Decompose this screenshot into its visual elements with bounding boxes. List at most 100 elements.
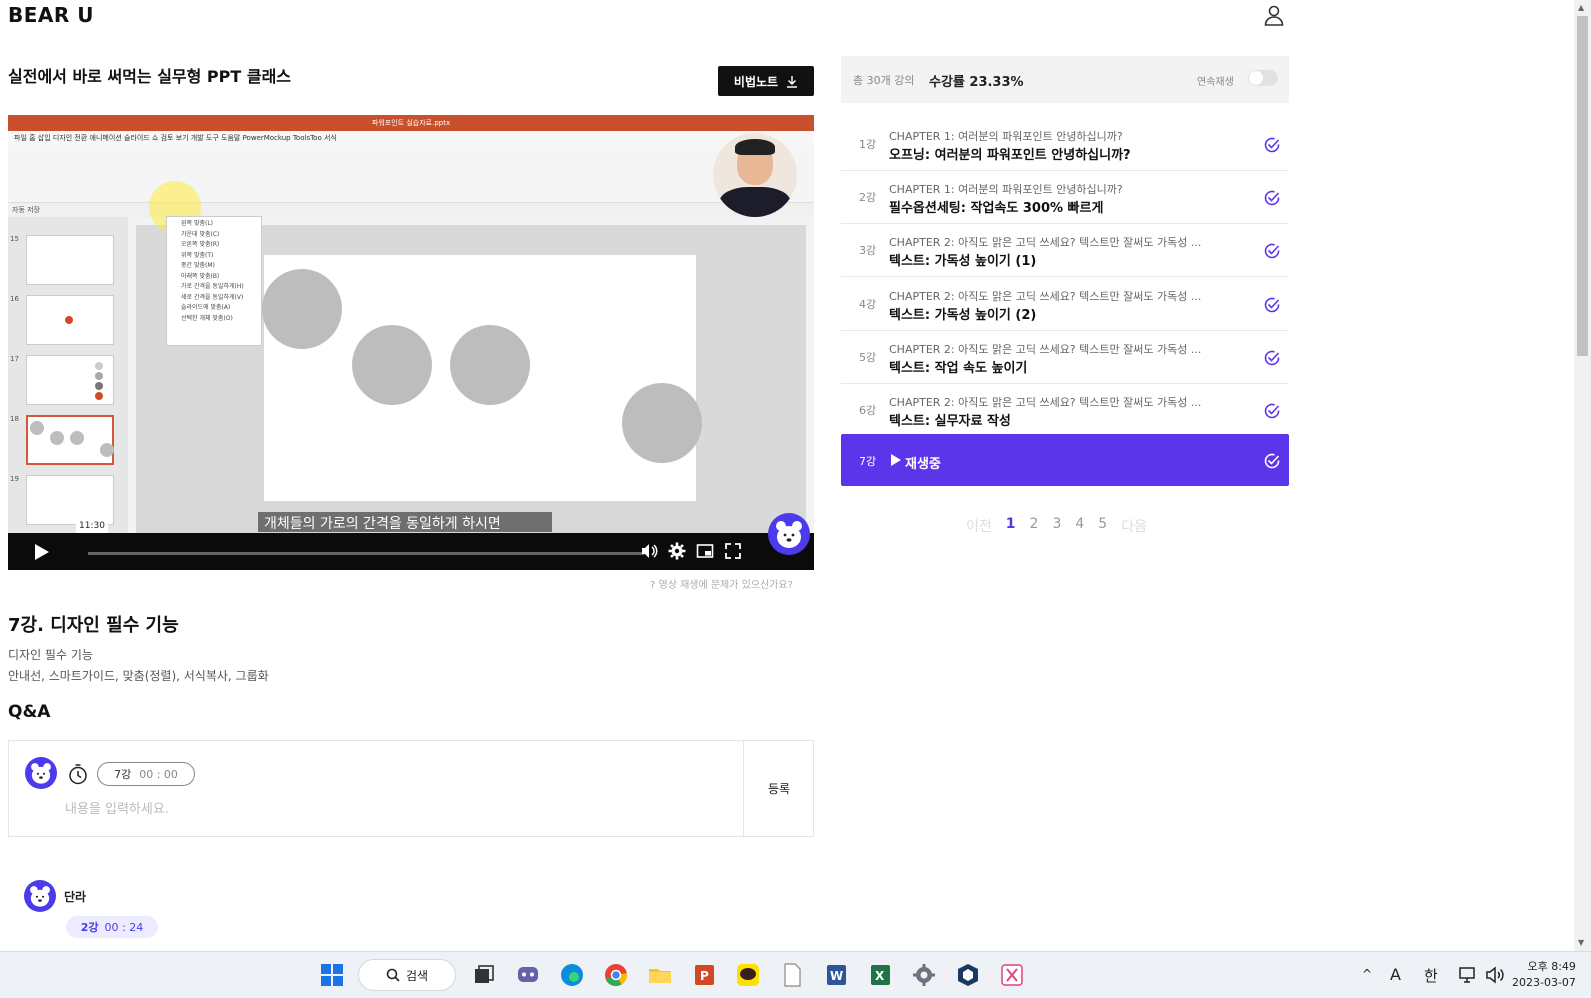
pager-page-1[interactable]: 1 xyxy=(1006,516,1016,536)
thumb-number: 19 xyxy=(10,475,19,483)
video-controls: 11:30 xyxy=(8,519,814,570)
slide-circle xyxy=(450,325,530,405)
edge-icon[interactable] xyxy=(558,961,586,989)
lecture-item[interactable]: 1강 CHAPTER 1: 여러분의 파워포인트 안녕하십니까? 오프닝: 여러… xyxy=(841,118,1289,171)
pager-next[interactable]: 다음 xyxy=(1121,516,1147,536)
secret-note-download-button[interactable]: 비법노트 xyxy=(718,66,814,96)
current-lecture-item[interactable]: 7강 재생중 xyxy=(841,434,1289,486)
menu-item: 위쪽 맞춤(T) xyxy=(181,251,214,259)
lecture-item[interactable]: 2강 CHAPTER 1: 여러분의 파워포인트 안녕하십니까? 필수옵션세팅:… xyxy=(841,171,1289,225)
lecture-chapter: CHAPTER 2: 아직도 맑은 고딕 쓰세요? 텍스트만 잘써도 가독성 .… xyxy=(889,236,1202,250)
pager-prev[interactable]: 이전 xyxy=(966,516,992,536)
now-playing-label: 재생중 xyxy=(905,457,941,472)
user-icon[interactable] xyxy=(1262,3,1286,27)
slide-thumbnail xyxy=(26,235,114,285)
video-progress-bar[interactable] xyxy=(88,552,644,555)
lecture-item[interactable]: 6강 CHAPTER 2: 아직도 맑은 고딕 쓰세요? 텍스트만 잘써도 가독… xyxy=(841,384,1289,437)
pager-page-2[interactable]: 2 xyxy=(1030,516,1039,536)
video-player[interactable]: 파워포인트 실습자료.pptx 파일 홈 삽입 디자인 전환 애니메이션 슬라이… xyxy=(8,115,814,570)
tray-clock[interactable]: 오후 8:49 2023-03-07 xyxy=(1512,959,1576,991)
slide-thumbnail xyxy=(26,475,114,525)
thumb-number: 16 xyxy=(10,295,19,303)
network-icon[interactable] xyxy=(1458,964,1480,986)
course-title: 실전에서 바로 써먹는 실무형 PPT 클래스 xyxy=(8,67,292,86)
lecture-name: 텍스트: 가독성 높이기 (2) xyxy=(889,307,1037,323)
check-circle-icon xyxy=(1264,190,1280,206)
word-icon[interactable]: W xyxy=(822,961,850,989)
picture-in-picture-icon[interactable] xyxy=(696,542,714,560)
taskbar-search[interactable]: 검색 xyxy=(358,959,456,991)
slide-circle xyxy=(262,269,342,349)
tray-time: 오후 8:49 xyxy=(1527,960,1576,973)
menu-item: 슬라이드에 맞춤(A) xyxy=(181,304,231,311)
pager-page-5[interactable]: 5 xyxy=(1098,516,1107,536)
pager-page-4[interactable]: 4 xyxy=(1075,516,1084,536)
autoplay-toggle[interactable] xyxy=(1248,70,1278,86)
ppt-menu-bar: 파일 홈 삽입 디자인 전환 애니메이션 슬라이드 쇼 검토 보기 개발 도구 … xyxy=(8,131,814,145)
user-avatar xyxy=(25,757,57,789)
menu-item: 왼쪽 맞춤(L) xyxy=(181,220,214,227)
settings-gear-icon[interactable] xyxy=(910,961,938,989)
menu-item: 오른쪽 맞춤(R) xyxy=(181,241,220,248)
ppt-quick-access: 자동 저장 xyxy=(8,203,814,217)
lecture-pager: 이전 1 2 3 4 5 다음 xyxy=(966,516,1147,536)
ime-mode-han[interactable]: 한 xyxy=(1424,965,1438,986)
pager-page-3[interactable]: 3 xyxy=(1052,516,1061,536)
qa-time: 00 : 00 xyxy=(139,767,178,781)
slide-thumbnail-active xyxy=(26,415,114,465)
check-circle-icon xyxy=(1264,244,1280,259)
volume-icon[interactable] xyxy=(640,542,658,560)
chrome-icon[interactable] xyxy=(602,961,630,989)
qa-section-title: Q&A xyxy=(8,702,51,722)
qa-submit-button[interactable]: 등록 xyxy=(744,741,814,836)
lecture-item[interactable]: 3강 CHAPTER 2: 아직도 맑은 고딕 쓰세요? 텍스트만 잘써도 가독… xyxy=(841,224,1289,278)
comment-timestamp-pill[interactable]: 2강 00 : 24 xyxy=(66,916,158,938)
page-scrollbar[interactable]: ▲ ▼ xyxy=(1574,0,1591,951)
lecture-number: 2강 xyxy=(859,191,877,205)
task-view-icon[interactable] xyxy=(470,961,498,989)
course-progress-panel: 총 30개 강의 수강률 23.33% 연속재생 xyxy=(841,56,1289,103)
fullscreen-icon[interactable] xyxy=(724,542,742,560)
powerpoint-icon[interactable]: P xyxy=(690,961,718,989)
qa-content-input[interactable] xyxy=(65,797,725,821)
check-circle-icon xyxy=(1264,137,1280,153)
video-help-text: 영상 재생에 문제가 있으신가요? xyxy=(658,580,793,591)
settings-gear-icon[interactable] xyxy=(668,542,686,560)
teams-chat-icon[interactable] xyxy=(514,961,542,989)
thumb-number: 17 xyxy=(10,355,19,363)
check-circle-icon xyxy=(1264,403,1280,419)
lecture-name: 필수옵션세팅: 작업속도 300% 빠르게 xyxy=(889,201,1104,217)
video-help-link[interactable]: ? 영상 재생에 문제가 있으신가요? xyxy=(650,576,793,591)
menu-item: 중간 맞춤(M) xyxy=(181,262,215,269)
svg-text:X: X xyxy=(875,969,885,983)
lecture-chapter: CHAPTER 2: 아직도 맑은 고딕 쓰세요? 텍스트만 잘써도 가독성 .… xyxy=(889,289,1202,303)
volume-icon[interactable] xyxy=(1484,964,1506,986)
scroll-up-icon[interactable]: ▲ xyxy=(1578,3,1584,12)
kakaotalk-icon[interactable] xyxy=(734,961,762,989)
lecture-name: 텍스트: 실무자료 작성 xyxy=(889,414,1011,429)
qa-timestamp-pill[interactable]: 7강 00 : 00 xyxy=(97,762,195,786)
bear-u-logo[interactable]: BEAR U xyxy=(8,3,94,27)
snipping-tool-icon[interactable] xyxy=(998,961,1026,989)
play-icon[interactable] xyxy=(34,543,50,561)
lecture-item[interactable]: 5강 CHAPTER 2: 아직도 맑은 고딕 쓰세요? 텍스트만 잘써도 가독… xyxy=(841,331,1289,384)
tray-chevron-up-icon[interactable]: ^ xyxy=(1362,967,1372,981)
scroll-down-icon[interactable]: ▼ xyxy=(1578,938,1584,947)
virtualbox-icon[interactable] xyxy=(954,961,982,989)
windows-start-icon[interactable] xyxy=(318,961,346,989)
lecture-name: 오프닝: 여러분의 파워포인트 안녕하십니까? xyxy=(889,148,1131,163)
ppt-align-menu: 왼쪽 맞춤(L) 가운데 맞춤(C) 오른쪽 맞춤(R) 위쪽 맞춤(T) 중간… xyxy=(166,216,262,346)
ime-mode-a[interactable]: A xyxy=(1390,965,1401,984)
scroll-thumb[interactable] xyxy=(1577,16,1588,356)
presenter-webcam xyxy=(713,133,797,217)
stopwatch-icon[interactable] xyxy=(67,763,89,785)
comment-avatar xyxy=(24,880,56,912)
file-explorer-icon[interactable] xyxy=(646,961,674,989)
lecture-chapter: CHAPTER 1: 여러분의 파워포인트 안녕하십니까? xyxy=(889,130,1123,143)
windows-taskbar: 검색 P W X ^ A 한 오후 8:49 2023-03-07 xyxy=(0,951,1591,998)
lesson-subtitle: 디자인 필수 기능 xyxy=(8,648,93,662)
thumb-number: 18 xyxy=(10,415,19,423)
lecture-item[interactable]: 4강 CHAPTER 2: 아직도 맑은 고딕 쓰세요? 텍스트만 잘써도 가독… xyxy=(841,278,1289,331)
notepad-icon[interactable] xyxy=(778,961,806,989)
excel-icon[interactable]: X xyxy=(866,961,894,989)
